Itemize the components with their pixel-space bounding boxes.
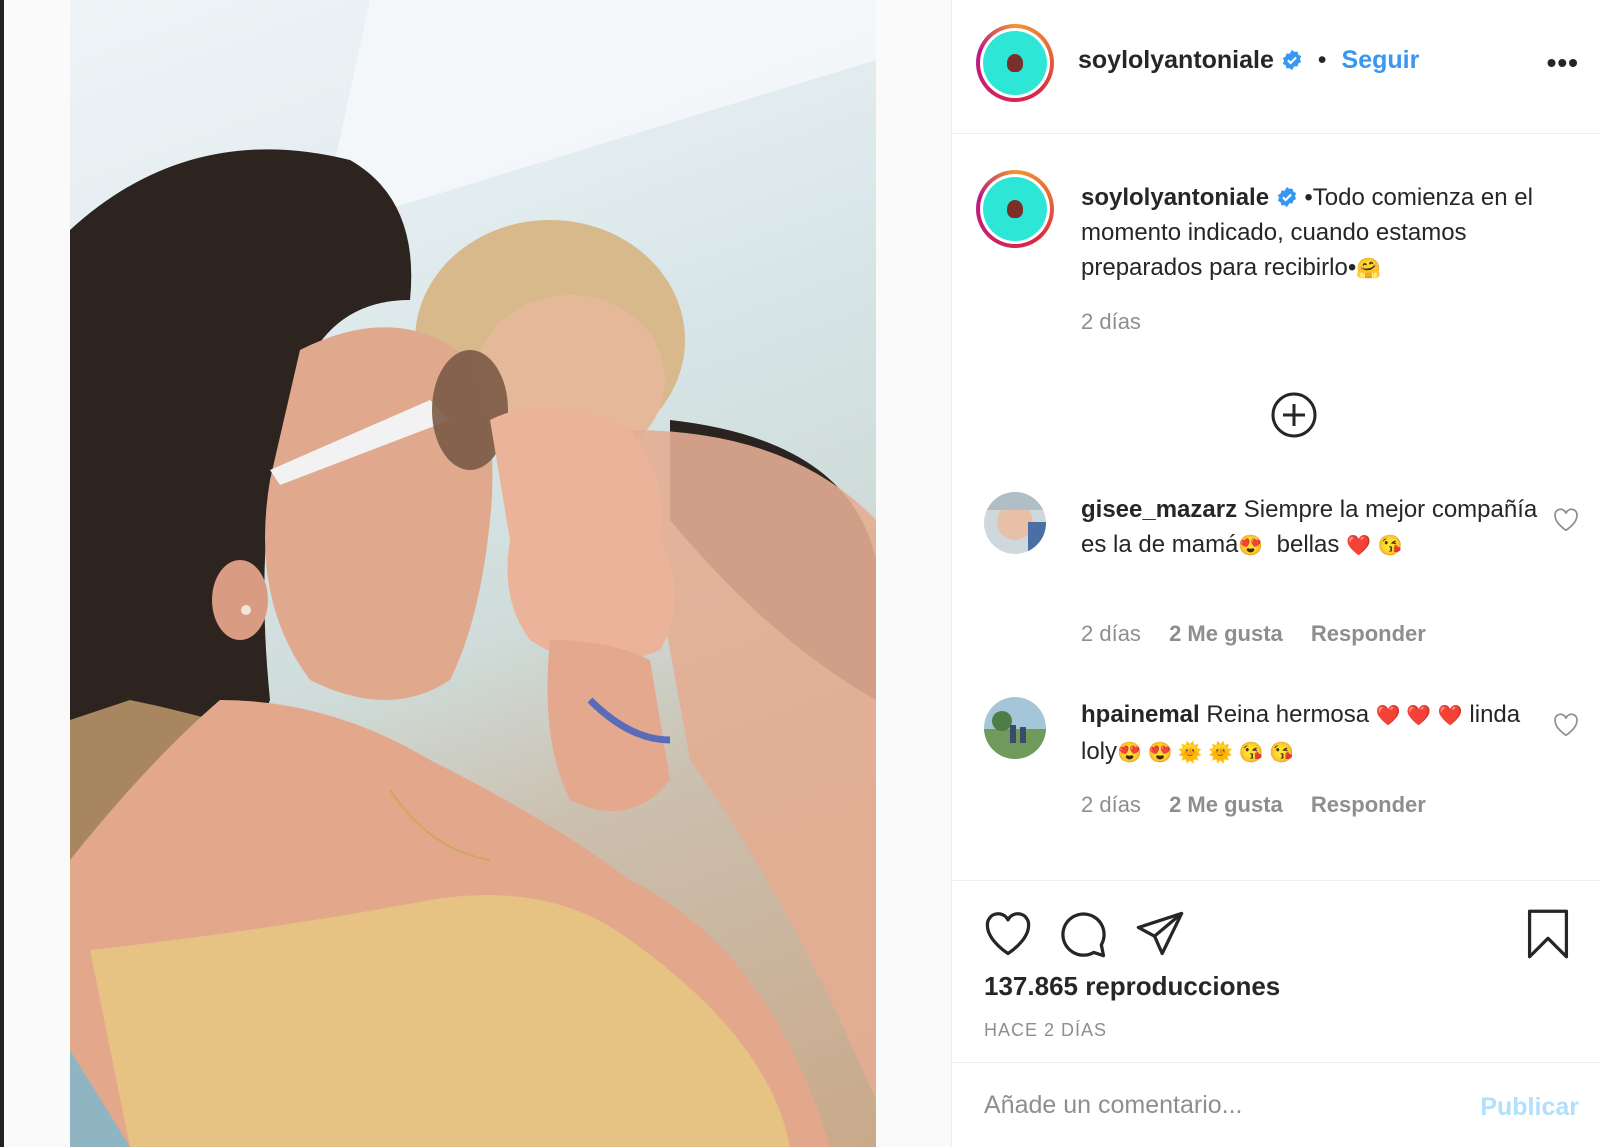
post-sidebar: soylolyantoniale • Seguir ••• soylolyant… — [951, 0, 1600, 1147]
comment-like-heart-icon[interactable] — [1553, 713, 1579, 737]
comment-time[interactable]: 2 días — [1081, 792, 1141, 817]
comment-meta: 2 días 2 Me gusta Responder — [1081, 621, 1448, 647]
author-line: soylolyantoniale • Seguir — [1078, 46, 1419, 75]
follow-button[interactable]: Seguir — [1342, 46, 1420, 74]
comment-body-2: bellas — [1276, 531, 1340, 558]
comment-bubble-icon[interactable] — [1058, 908, 1110, 960]
verified-badge-icon — [1277, 186, 1296, 208]
comment-text: gisee_mazarz Siempre la mejor compañía e… — [1081, 492, 1541, 564]
commenter-username[interactable]: hpainemal — [1081, 701, 1200, 728]
hugging-emoji: 🤗 — [1356, 258, 1382, 280]
commenter-username[interactable]: gisee_mazarz — [1081, 496, 1237, 523]
verified-badge-icon — [1282, 49, 1301, 71]
commenter-avatar[interactable] — [984, 492, 1046, 554]
share-paper-plane-icon[interactable] — [1134, 908, 1186, 960]
caption-username[interactable]: soylolyantoniale — [1081, 184, 1269, 211]
save-bookmark-icon[interactable] — [1522, 908, 1574, 960]
comment-likes[interactable]: 2 Me gusta — [1169, 792, 1283, 817]
red-heart-emoji: ❤️ — [1437, 705, 1463, 727]
comment-meta: 2 días 2 Me gusta Responder — [1081, 792, 1448, 818]
comment-time[interactable]: 2 días — [1081, 621, 1141, 646]
author-username[interactable]: soylolyantoniale — [1078, 46, 1274, 74]
heart-eyes-emoji: 😍 — [1238, 535, 1264, 557]
post-date[interactable]: HACE 2 DÍAS — [984, 1020, 1107, 1041]
reply-button[interactable]: Responder — [1311, 621, 1426, 646]
post-media[interactable] — [0, 0, 951, 1147]
comment-likes[interactable]: 2 Me gusta — [1169, 621, 1283, 646]
red-heart-emoji: ❤️ ❤️ — [1375, 705, 1432, 727]
video-frame — [70, 0, 876, 1147]
commenter-avatar[interactable] — [984, 697, 1046, 759]
load-more-plus-icon[interactable] — [1270, 391, 1318, 439]
more-options-icon[interactable]: ••• — [1547, 47, 1579, 79]
red-heart-emoji: ❤️ — [1346, 535, 1371, 557]
author-avatar[interactable] — [976, 24, 1054, 102]
caption-avatar[interactable] — [976, 170, 1054, 248]
publish-button[interactable]: Publicar — [1480, 1093, 1579, 1122]
post-header: soylolyantoniale • Seguir ••• — [952, 0, 1600, 134]
comment-body: Reina hermosa — [1206, 701, 1370, 728]
video-player[interactable] — [70, 0, 876, 1147]
reply-button[interactable]: Responder — [1311, 792, 1426, 817]
emoji-group: 😍 😍 🌞 🌞 😘 😘 — [1117, 742, 1295, 764]
caption-text-block: soylolyantoniale •Todo comienza en el mo… — [1081, 180, 1586, 287]
caption-time[interactable]: 2 días — [1081, 309, 1141, 335]
kiss-emoji: 😘 — [1377, 535, 1403, 557]
comment-like-heart-icon[interactable] — [1553, 508, 1579, 532]
view-count[interactable]: 137.865 reproducciones — [984, 971, 1280, 1002]
header-separator: • — [1317, 46, 1327, 74]
post-actions: 137.865 reproducciones HACE 2 DÍAS — [952, 880, 1600, 1060]
add-comment-bar: Publicar — [952, 1062, 1600, 1147]
like-heart-icon[interactable] — [982, 908, 1034, 960]
comment-input[interactable] — [984, 1085, 1444, 1125]
comment-text: hpainemal Reina hermosa ❤️ ❤️ ❤️ linda l… — [1081, 697, 1541, 771]
window-edge — [0, 0, 4, 1147]
